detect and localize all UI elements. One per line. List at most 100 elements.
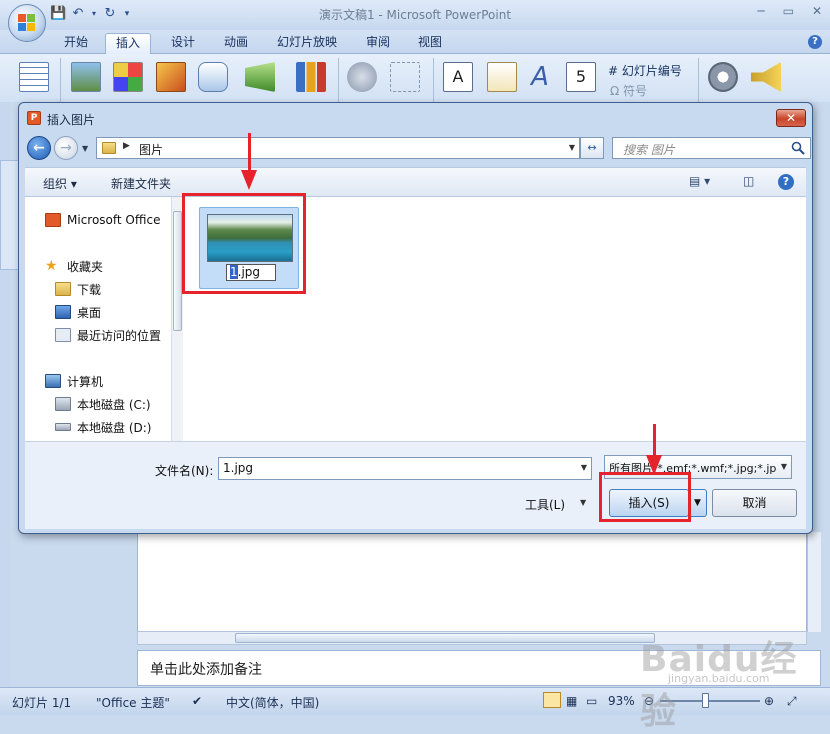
star-icon: ★ [45, 258, 58, 274]
organize-button[interactable]: 组织 ▾ [43, 175, 77, 192]
insert-options-button[interactable]: ▼ [689, 489, 707, 517]
horizontal-scroll-thumb[interactable] [235, 633, 655, 643]
recent-places-icon [55, 328, 71, 342]
insert-picture-dialog: P 插入图片 ✕ ← → ▼ ▶ 图片 ▼ ↔ 搜索 图片 组织 ▾ 新建文件夹… [18, 102, 813, 534]
search-icon[interactable] [791, 141, 805, 155]
nav-item-downloads[interactable]: 下载 [55, 280, 101, 298]
breadcrumb-arrow-icon[interactable]: ▶ [123, 141, 130, 151]
nav-item-drive-d[interactable]: 本地磁盘 (D:) [55, 418, 151, 436]
nav-item-favorites[interactable]: ★ 收藏夹 [45, 257, 103, 275]
recent-pages-dropdown[interactable]: ▼ [82, 144, 88, 153]
slide-number-label: 幻灯片编号 [621, 64, 682, 78]
clipart-icon[interactable] [113, 62, 143, 92]
picture-icon[interactable] [71, 62, 101, 92]
address-bar[interactable]: ▶ 图片 ▼ [96, 137, 580, 159]
title-bar: 💾 ↶ ▾ ↻ ▾ 演示文稿1 - Microsoft PowerPoint ─… [0, 0, 830, 30]
new-folder-button[interactable]: 新建文件夹 [111, 175, 171, 192]
hyperlink-icon[interactable] [347, 62, 377, 92]
downloads-folder-icon [55, 282, 71, 296]
tab-insert[interactable]: 插入 [105, 33, 152, 54]
filename-input[interactable]: 1.jpg ▼ [218, 457, 592, 480]
tab-animation[interactable]: 动画 [214, 33, 258, 54]
nav-item-computer[interactable]: 计算机 [45, 372, 103, 390]
wordart-icon[interactable]: A [525, 62, 555, 92]
address-dropdown-icon[interactable]: ▼ [569, 143, 575, 152]
nav-label: 桌面 [77, 305, 102, 320]
folder-icon [102, 142, 116, 154]
nav-item-drive-c[interactable]: 本地磁盘 (C:) [55, 395, 151, 413]
search-input[interactable]: 搜索 图片 [612, 137, 811, 159]
forward-button[interactable]: → [54, 136, 78, 160]
vertical-scrollbar[interactable] [807, 532, 821, 632]
tab-review[interactable]: 审阅 [356, 33, 400, 54]
view-options-icon[interactable]: ▤ ▾ [689, 174, 710, 188]
symbol-button[interactable]: Ω 符号 [610, 82, 647, 99]
arrow-left-icon: ← [33, 140, 45, 156]
nav-item-desktop[interactable]: 桌面 [55, 303, 101, 321]
close-icon[interactable]: ✕ [812, 4, 822, 18]
minimize-icon[interactable]: ─ [757, 4, 764, 18]
search-placeholder: 搜索 图片 [623, 143, 675, 157]
header-footer-icon[interactable] [487, 62, 517, 92]
tab-view[interactable]: 视图 [408, 33, 452, 54]
office-logo-icon [18, 14, 36, 32]
navigation-bar: ← → ▼ ▶ 图片 ▼ ↔ 搜索 图片 [24, 134, 811, 162]
highlight-box-insert [599, 472, 691, 522]
nav-pane-scroll-thumb[interactable] [173, 211, 182, 331]
filename-value: 1.jpg [223, 461, 254, 475]
insert-dropdown-icon: ▼ [694, 498, 701, 508]
help-icon[interactable]: ? [808, 35, 822, 49]
smartart-icon[interactable] [245, 62, 275, 92]
tools-button[interactable]: 工具(L) [525, 496, 565, 513]
back-button[interactable]: ← [27, 136, 51, 160]
dialog-close-button[interactable]: ✕ [776, 109, 806, 127]
breadcrumb-pictures[interactable]: 图片 [139, 141, 163, 158]
annotation-arrow-head [646, 455, 662, 475]
nav-label: 计算机 [67, 374, 104, 389]
nav-label: 本地磁盘 (C:) [77, 397, 151, 412]
drive-c-icon [55, 397, 71, 411]
annotation-arrow-head [241, 170, 257, 190]
tab-slideshow[interactable]: 幻灯片放映 [267, 33, 347, 54]
tools-dropdown-icon[interactable]: ▼ [580, 498, 586, 507]
slide-sorter-icon[interactable]: ▦ [566, 694, 577, 708]
nav-item-recent[interactable]: 最近访问的位置 [55, 326, 161, 344]
nav-label: Microsoft Office [67, 213, 161, 227]
maximize-icon[interactable]: ▭ [783, 4, 794, 18]
annotation-arrow-shaft [248, 133, 251, 175]
textbox-icon[interactable]: A [443, 62, 473, 92]
shapes-icon[interactable] [198, 62, 228, 92]
dialog-help-icon[interactable]: ? [778, 174, 794, 190]
slide-number-button[interactable]: # 幻灯片编号 [608, 62, 682, 79]
nav-label: 收藏夹 [67, 259, 104, 274]
tab-home[interactable]: 开始 [54, 33, 98, 54]
table-icon[interactable] [19, 62, 49, 92]
movie-icon[interactable] [708, 62, 738, 92]
spellcheck-icon[interactable]: ✔ [192, 694, 202, 708]
slideshow-view-icon[interactable]: ▭ [586, 694, 597, 708]
nav-item-microsoft-office[interactable]: Microsoft Office [45, 211, 160, 229]
tab-design[interactable]: 设计 [161, 33, 205, 54]
file-type-dropdown-icon[interactable]: ▼ [781, 462, 787, 471]
slide-canvas[interactable] [137, 532, 807, 632]
dialog-title: 插入图片 [47, 113, 96, 127]
notes-placeholder: 单击此处添加备注 [150, 662, 262, 678]
dialog-toolbar: 组织 ▾ 新建文件夹 ▤ ▾ ◫ ? [25, 167, 806, 197]
nav-label: 最近访问的位置 [77, 328, 162, 343]
omega-icon: Ω [610, 84, 620, 98]
slide-count: 幻灯片 1/1 [12, 696, 72, 710]
office-button[interactable] [8, 4, 46, 42]
normal-view-icon[interactable] [543, 692, 561, 708]
preview-pane-icon[interactable]: ◫ [743, 174, 754, 188]
action-icon[interactable] [390, 62, 420, 92]
sound-icon[interactable] [751, 62, 781, 92]
filename-dropdown-icon[interactable]: ▼ [581, 463, 587, 472]
refresh-button[interactable]: ↔ [580, 137, 604, 159]
zoom-level[interactable]: 93% [608, 694, 635, 708]
photo-album-icon[interactable] [156, 62, 186, 92]
cancel-button[interactable]: 取消 [712, 489, 797, 517]
date-time-icon[interactable]: 5 [566, 62, 596, 92]
chart-icon[interactable] [296, 62, 326, 92]
annotation-arrow-shaft [653, 424, 656, 459]
nav-label: 下载 [77, 282, 102, 297]
